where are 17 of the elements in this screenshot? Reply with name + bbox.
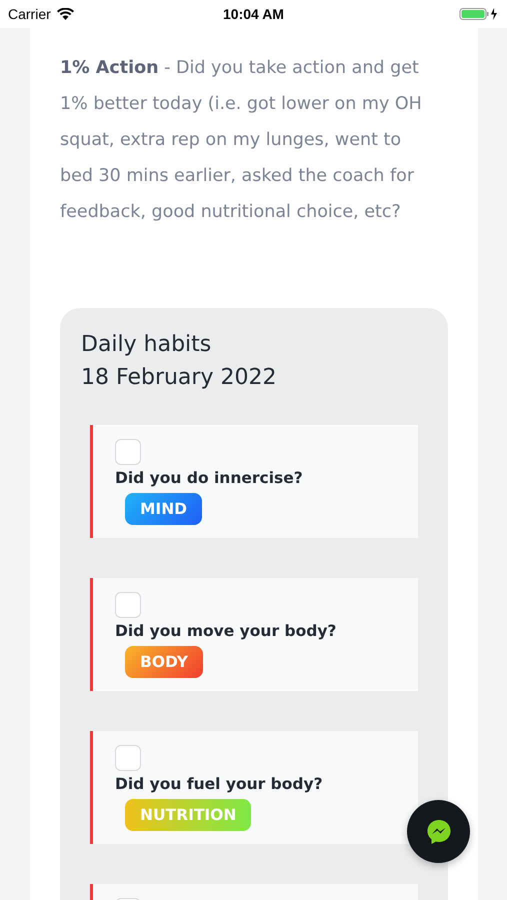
battery-icon (458, 7, 499, 21)
intro-paragraph: 1% Action - Did you take action and get 1% better today (i.e. got lower on my OH squat, extra rep on my lunges, went to bed 30 mins earlier, asked the coach for feedback, good nutritional choice, etc? (60, 57, 423, 224)
card-title: Daily habits (81, 331, 212, 359)
clock-time: 10:04 AM (223, 6, 284, 22)
habit-question: Did you move your body? (115, 622, 336, 640)
wifi-icon (56, 8, 74, 20)
category-tag: BODY (125, 646, 203, 678)
category-tag: NUTRITION (125, 799, 252, 831)
card-date: 18 February 2022 (81, 364, 278, 392)
chat-bubble-icon (426, 818, 452, 844)
carrier-label: Carrier (8, 6, 51, 22)
checkbox[interactable] (115, 592, 141, 618)
checkbox[interactable] (115, 439, 141, 465)
habit-question: Did you do innercise? (115, 469, 303, 487)
category-tag: MIND (125, 493, 202, 525)
habit-question: Did you fuel your body? (115, 775, 323, 793)
checkbox[interactable] (115, 745, 141, 771)
